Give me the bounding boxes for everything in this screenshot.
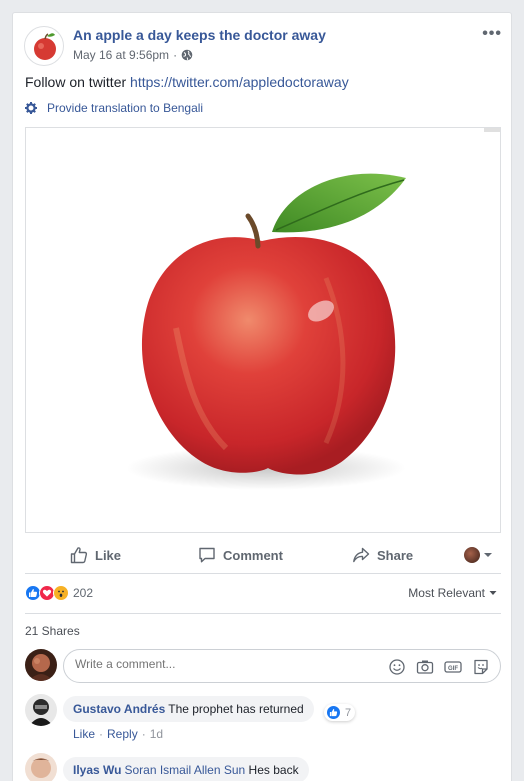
comment-input[interactable] [75, 657, 375, 671]
camera-icon[interactable] [416, 658, 434, 676]
share-button[interactable]: Share [352, 539, 413, 571]
page-avatar[interactable] [24, 26, 64, 66]
post-meta: May 16 at 9:56pm · [73, 48, 193, 62]
wow-reaction-icon [53, 585, 69, 601]
post-as-selector[interactable] [464, 539, 493, 571]
comment-author[interactable]: Ilyas Wu [73, 763, 121, 777]
sort-label: Most Relevant [408, 586, 485, 600]
comment-composer[interactable]: GIF [63, 649, 501, 683]
post-card: An apple a day keeps the doctor away May… [12, 12, 512, 781]
separator-dot: · [141, 727, 146, 741]
current-user-avatar[interactable] [25, 649, 57, 681]
separator-dot: · [99, 727, 104, 741]
comment-like-count: 7 [345, 706, 352, 719]
like-label: Like [95, 547, 122, 563]
translate-label[interactable]: Provide translation to Bengali [47, 101, 203, 115]
comment-button[interactable]: Comment [198, 539, 283, 571]
comment-icon [199, 547, 215, 563]
commenter-avatar[interactable] [25, 694, 57, 726]
translate-row[interactable]: Provide translation to Bengali [25, 101, 203, 115]
comment-bubble: Ilyas Wu Soran Ismail Allen Sun Hes back [63, 757, 309, 781]
post-actions: Like Comment Share [13, 539, 511, 571]
shares-count[interactable]: 21 Shares [25, 624, 80, 638]
emoji-icon[interactable] [388, 658, 406, 676]
comment-bubble: Gustavo Andrés The prophet has returned [63, 696, 314, 722]
comment-label: Comment [223, 547, 283, 563]
user-mini-avatar [464, 547, 480, 563]
like-reaction-icon [326, 705, 341, 720]
divider [25, 573, 501, 574]
sticker-icon[interactable] [472, 658, 490, 676]
post-text: Follow on twitter https://twitter.com/ap… [25, 74, 349, 90]
comment-reactions-badge[interactable]: 7 [324, 704, 356, 721]
comment-time[interactable]: 1d [150, 727, 163, 741]
comment-like-link[interactable]: Like [73, 727, 95, 741]
thumbs-up-icon [70, 547, 88, 564]
post-text-prefix: Follow on twitter [25, 74, 131, 90]
caret-down-icon [489, 591, 497, 595]
apple-avatar-icon [34, 33, 56, 60]
like-button[interactable]: Like [70, 539, 121, 571]
reactions-summary[interactable]: 202 [25, 585, 93, 601]
post-timestamp[interactable]: May 16 at 9:56pm [73, 48, 169, 62]
comment-tagged-users[interactable]: Soran Ismail Allen Sun [124, 763, 245, 777]
more-options-button[interactable]: ••• [482, 25, 502, 43]
apple-photo [126, 128, 500, 490]
reaction-count: 202 [73, 586, 94, 600]
gear-icon [25, 102, 37, 114]
share-label: Share [377, 547, 414, 563]
commenter-avatar[interactable] [25, 753, 57, 781]
post-photo[interactable] [25, 127, 501, 533]
svg-text:GIF: GIF [448, 666, 458, 672]
caret-down-icon [484, 553, 492, 557]
meta-separator: · [173, 48, 178, 62]
globe-icon[interactable] [181, 49, 193, 61]
sort-comments-dropdown[interactable]: Most Relevant [408, 586, 497, 600]
comment-text: Hes back [248, 763, 299, 777]
gif-icon[interactable]: GIF [444, 658, 462, 676]
comment-text: The prophet has returned [168, 702, 304, 716]
page-name-link[interactable]: An apple a day keeps the doctor away [73, 27, 326, 43]
comment-reply-link[interactable]: Reply [107, 727, 138, 741]
comment-actions: Like · Reply · 1d [73, 727, 163, 741]
comment-author[interactable]: Gustavo Andrés [73, 702, 165, 716]
share-icon [353, 547, 370, 563]
divider [25, 613, 501, 614]
twitter-link[interactable]: https://twitter.com/appledoctoraway [130, 74, 349, 90]
